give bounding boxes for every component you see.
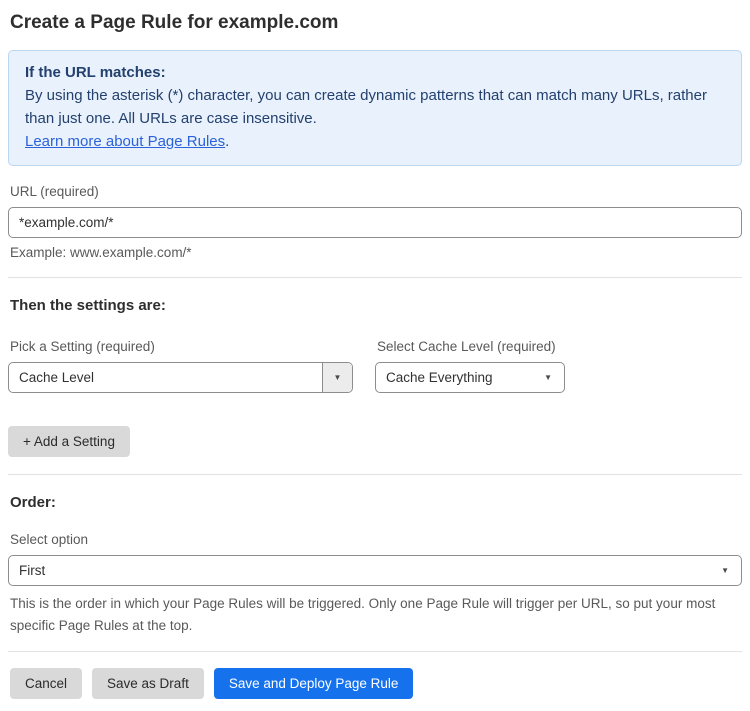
dropdown-arrow-icon: ▼ [721, 565, 729, 575]
info-box-link-line: Learn more about Page Rules. [25, 130, 725, 153]
url-matches-info-box: If the URL matches: By using the asteris… [8, 50, 742, 166]
url-input[interactable] [8, 207, 742, 238]
create-page-rule-form: Create a Page Rule for example.com If th… [0, 0, 750, 711]
dropdown-arrow-icon: ▼ [333, 372, 342, 382]
pick-setting-select[interactable]: Cache Level ▼ [8, 362, 353, 393]
pick-setting-column: Pick a Setting (required) Cache Level ▼ [8, 339, 353, 393]
pick-setting-label: Pick a Setting (required) [10, 339, 155, 354]
info-box-heading: If the URL matches: [25, 64, 166, 81]
order-select[interactable]: First ▼ [8, 555, 742, 586]
cache-level-value: Cache Everything [386, 370, 493, 385]
settings-section-heading: Then the settings are: [10, 297, 166, 314]
dropdown-arrow-icon: ▼ [544, 372, 552, 382]
cache-level-select[interactable]: Cache Everything ▼ [375, 362, 565, 393]
order-select-value: First [19, 563, 46, 578]
cache-level-label: Select Cache Level (required) [377, 339, 556, 354]
info-box-body: By using the asterisk (*) character, you… [25, 87, 707, 127]
url-field-label: URL (required) [10, 184, 99, 199]
section-divider [8, 474, 742, 475]
cache-level-arrow: ▼ [544, 372, 564, 382]
link-period: . [225, 133, 230, 150]
pick-setting-arrow-button[interactable]: ▼ [322, 363, 352, 392]
form-actions: Cancel Save as Draft Save and Deploy Pag… [8, 668, 742, 699]
cache-level-column: Select Cache Level (required) Cache Ever… [375, 339, 565, 393]
order-select-arrow: ▼ [721, 565, 741, 575]
page-title: Create a Page Rule for example.com [10, 12, 339, 33]
order-help-text: This is the order in which your Page Rul… [10, 596, 716, 633]
section-divider [8, 651, 742, 652]
settings-row: Pick a Setting (required) Cache Level ▼ … [8, 339, 742, 393]
section-divider [8, 277, 742, 278]
add-setting-button[interactable]: + Add a Setting [8, 426, 130, 457]
url-example-hint: Example: www.example.com/* [10, 245, 192, 260]
cancel-button[interactable]: Cancel [10, 668, 83, 699]
pick-setting-value: Cache Level [19, 370, 95, 385]
save-as-draft-button[interactable]: Save as Draft [92, 668, 204, 699]
save-and-deploy-button[interactable]: Save and Deploy Page Rule [213, 668, 414, 699]
order-section-heading: Order: [10, 494, 56, 511]
order-select-label: Select option [10, 532, 89, 547]
learn-more-link[interactable]: Learn more about Page Rules [25, 133, 225, 150]
